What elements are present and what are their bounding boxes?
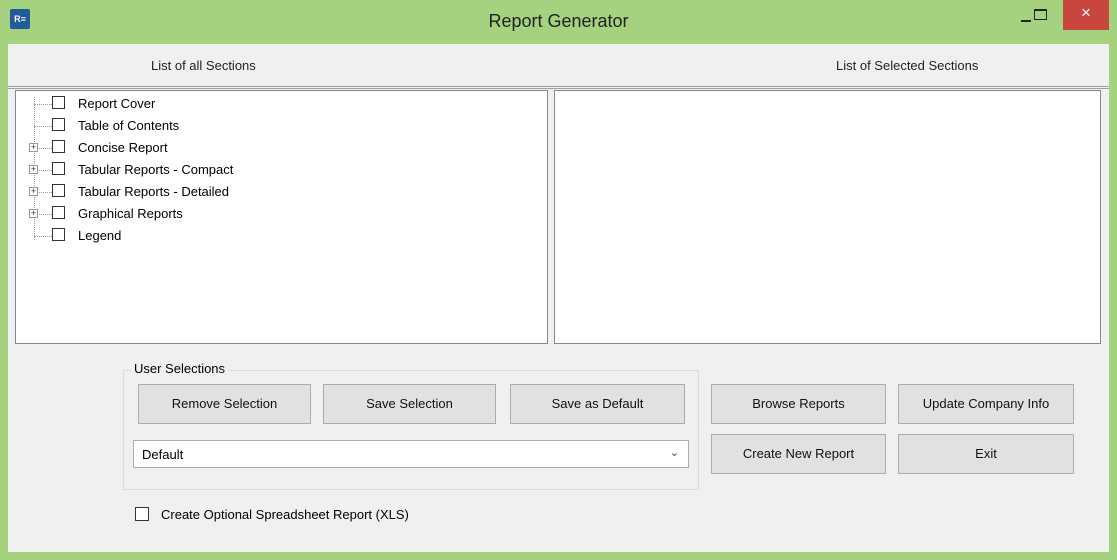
selected-sections-header: List of Selected Sections (836, 58, 979, 73)
tree-connector (34, 104, 54, 105)
chevron-down-icon: ⌄ (669, 447, 679, 459)
exit-button[interactable]: Exit (898, 434, 1074, 474)
tree-item-tabular-compact[interactable]: + Tabular Reports - Compact (16, 159, 536, 181)
tree-item-label: Table of Contents (78, 118, 180, 133)
tree-item-legend[interactable]: Legend (16, 225, 536, 247)
xls-option-label: Create Optional Spreadsheet Report (XLS) (161, 507, 409, 522)
section-checkbox[interactable] (52, 118, 65, 131)
tree-item-label: Tabular Reports - Compact (78, 162, 234, 177)
browse-reports-button[interactable]: Browse Reports (711, 384, 886, 424)
expand-plus-icon[interactable]: + (29, 143, 38, 152)
tree-item-concise-report[interactable]: + Concise Report (16, 137, 536, 159)
user-selections-title: User Selections (131, 361, 229, 376)
section-checkbox[interactable] (52, 162, 65, 175)
window-title: Report Generator (488, 11, 629, 31)
tree-item-report-cover[interactable]: Report Cover (16, 93, 536, 115)
xls-checkbox[interactable] (135, 507, 149, 521)
report-generator-window: R≡ Report Generator × List of all Sectio… (0, 0, 1117, 560)
main-panel: List of all Sections List of Selected Se… (8, 44, 1109, 552)
dropdown-value: Default (142, 447, 184, 462)
section-checkbox[interactable] (52, 140, 65, 153)
remove-selection-button[interactable]: Remove Selection (138, 384, 311, 424)
expand-plus-icon[interactable]: + (29, 165, 38, 174)
section-checkbox[interactable] (52, 184, 65, 197)
all-sections-tree[interactable]: Report Cover Table of Contents + Concise… (15, 90, 548, 344)
tree-item-label: Concise Report (78, 140, 168, 155)
title-bar[interactable]: R≡ Report Generator × (0, 0, 1117, 42)
section-checkbox[interactable] (52, 206, 65, 219)
selected-sections-list[interactable] (554, 90, 1101, 344)
tree-item-table-of-contents[interactable]: Table of Contents (16, 115, 536, 137)
save-as-default-button[interactable]: Save as Default (510, 384, 685, 424)
maximize-icon (1034, 9, 1047, 20)
close-icon: × (1081, 3, 1091, 22)
tree-item-label: Legend (78, 228, 122, 243)
section-headers: List of all Sections List of Selected Se… (8, 44, 1109, 89)
tree-item-tabular-detailed[interactable]: + Tabular Reports - Detailed (16, 181, 536, 203)
tree-item-label: Tabular Reports - Detailed (78, 184, 230, 199)
all-sections-header: List of all Sections (151, 58, 256, 73)
user-selection-dropdown[interactable]: Default ⌄ (133, 440, 689, 468)
tree-item-graphical-reports[interactable]: + Graphical Reports (16, 203, 536, 225)
section-checkbox[interactable] (52, 96, 65, 109)
expand-plus-icon[interactable]: + (29, 187, 38, 196)
tree-item-label: Graphical Reports (78, 206, 183, 221)
create-new-report-button[interactable]: Create New Report (711, 434, 886, 474)
tree-item-label: Report Cover (78, 96, 156, 111)
expand-plus-icon[interactable]: + (29, 209, 38, 218)
section-checkbox[interactable] (52, 228, 65, 241)
update-company-info-button[interactable]: Update Company Info (898, 384, 1074, 424)
save-selection-button[interactable]: Save Selection (323, 384, 496, 424)
maximize-button[interactable] (1023, 0, 1063, 30)
close-button[interactable]: × (1063, 0, 1109, 30)
tree-connector (34, 236, 54, 237)
tree-connector (34, 126, 54, 127)
